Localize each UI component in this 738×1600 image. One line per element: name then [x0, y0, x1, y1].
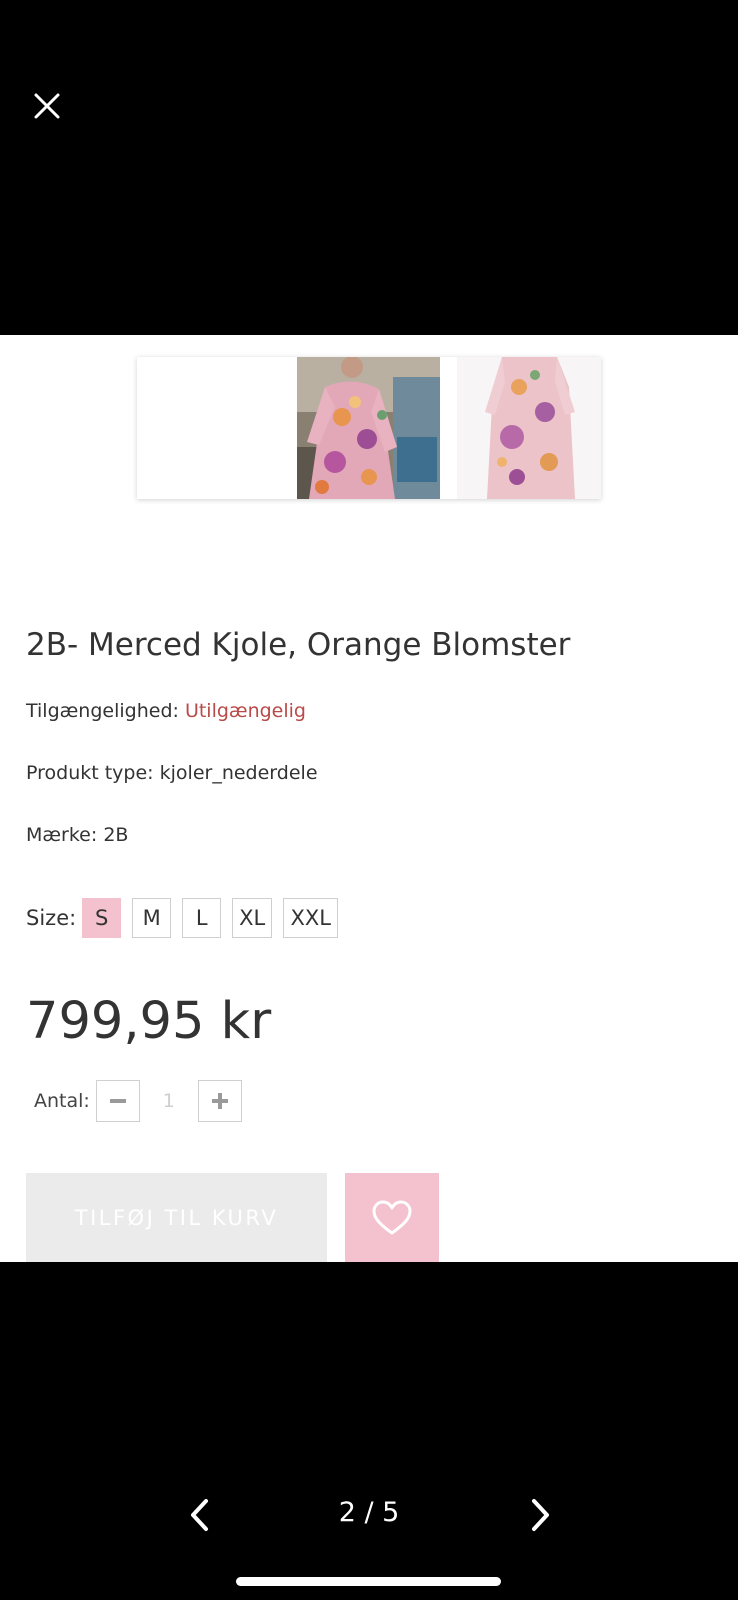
- product-type-value: kjoler_nederdele: [159, 762, 318, 784]
- minus-icon: [109, 1099, 126, 1103]
- availability-line: Tilgængelighed: Utilgængelig: [26, 700, 306, 722]
- thumbnail-model[interactable]: [297, 357, 440, 499]
- size-option-xl[interactable]: XL: [232, 898, 273, 938]
- quantity-increase-button[interactable]: [197, 1080, 242, 1122]
- previous-image-button[interactable]: [180, 1493, 220, 1537]
- brand-line: Mærke: 2B: [26, 824, 128, 846]
- close-button[interactable]: [27, 86, 67, 126]
- quantity-stepper: Antal: 1: [34, 1080, 242, 1122]
- size-option-l[interactable]: L: [182, 898, 222, 938]
- heart-icon: [372, 1200, 412, 1234]
- close-icon: [34, 93, 60, 119]
- size-selector: Size: S M L XL XXL: [26, 898, 349, 938]
- dress-photo: [457, 357, 601, 499]
- brand-label: Mærke:: [26, 824, 98, 846]
- size-option-s[interactable]: S: [82, 898, 122, 938]
- brand-value: 2B: [103, 824, 129, 846]
- product-panel: 2B- Merced Kjole, Orange Blomster Tilgæn…: [0, 335, 738, 1262]
- availability-status: Utilgængelig: [184, 700, 306, 722]
- plus-icon: [211, 1093, 228, 1109]
- product-title: 2B- Merced Kjole, Orange Blomster: [26, 627, 571, 663]
- availability-label: Tilgængelighed:: [26, 700, 179, 722]
- product-type-label: Produkt type:: [26, 762, 154, 784]
- size-option-m[interactable]: M: [132, 898, 172, 938]
- chevron-left-icon: [191, 1499, 208, 1531]
- size-option-xxl[interactable]: XXL: [283, 898, 339, 938]
- next-image-button[interactable]: [520, 1493, 560, 1537]
- home-indicator[interactable]: [236, 1577, 501, 1586]
- model-photo: [297, 357, 440, 499]
- add-to-cart-button[interactable]: TILFØJ TIL KURV: [26, 1173, 327, 1262]
- thumbnail-blank[interactable]: [137, 357, 297, 499]
- thumbnail-dress[interactable]: [457, 357, 601, 499]
- quantity-label: Antal:: [34, 1090, 90, 1112]
- image-pager: 2 / 5: [338, 1497, 400, 1528]
- product-price: 799,95 kr: [26, 992, 272, 1051]
- quantity-decrease-button[interactable]: [95, 1080, 140, 1122]
- quantity-input[interactable]: 1: [140, 1090, 198, 1112]
- product-type-line: Produkt type: kjoler_nederdele: [26, 762, 318, 784]
- thumbnail-strip: [137, 357, 601, 499]
- wishlist-button[interactable]: [345, 1173, 439, 1262]
- size-label: Size:: [26, 906, 77, 930]
- chevron-right-icon: [532, 1499, 549, 1531]
